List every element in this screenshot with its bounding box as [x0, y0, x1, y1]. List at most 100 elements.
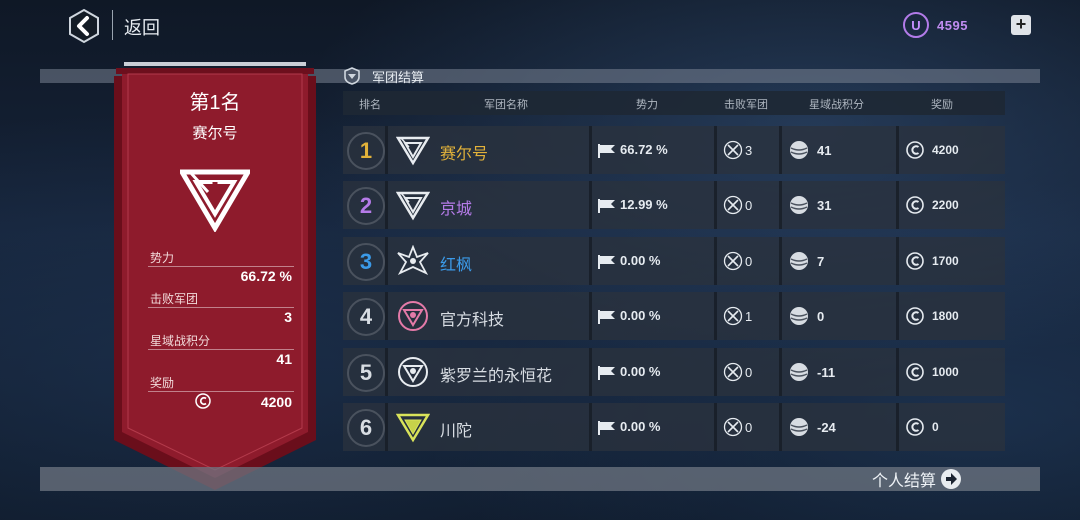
personal-settlement-button[interactable]: 个人结算 [872, 467, 962, 491]
team-emblem-icon [398, 357, 428, 387]
coin-icon [906, 418, 924, 436]
coin-icon [195, 393, 211, 409]
personal-settlement-label[interactable]: 个人结算 [872, 467, 936, 491]
coin-icon [906, 141, 924, 159]
power-value: 12.99 % [620, 197, 668, 212]
cell-separator [896, 403, 899, 451]
power-value: 66.72 % [620, 142, 668, 157]
cell-separator [589, 348, 592, 396]
team-name: 京城 [440, 201, 473, 218]
cell-separator [385, 403, 388, 451]
chevron-left-icon[interactable] [66, 8, 102, 44]
cell-separator [779, 181, 782, 229]
currency-display: U 4595 [903, 12, 968, 38]
stat-label-defeated: 击败军团 [150, 292, 199, 306]
cell-separator [779, 126, 782, 174]
flag-icon [598, 144, 615, 158]
planet-icon [790, 307, 808, 325]
cell-separator [779, 403, 782, 451]
flag-icon [598, 421, 615, 435]
rank-number: 1 [347, 132, 385, 170]
banner-team-name: 赛尔号 [192, 125, 238, 142]
arrow-right-icon[interactable] [941, 469, 962, 489]
crossed-swords-icon [723, 195, 743, 215]
u-currency-icon: U [903, 12, 929, 38]
power-value: 0.00 % [620, 253, 661, 268]
rank-number: 3 [347, 243, 385, 281]
defeated-value: 0 [745, 254, 753, 269]
score-value: 7 [817, 254, 825, 269]
stat-value-defeated: 3 [284, 309, 292, 325]
coin-icon [906, 196, 924, 214]
defeated-value: 0 [745, 420, 753, 435]
team-emblem-icon [180, 169, 250, 232]
reward-value: 2200 [932, 198, 959, 212]
crossed-swords-icon [723, 417, 743, 437]
team-name: 紫罗兰的永恒花 [440, 368, 553, 385]
header-team-name: 军团名称 [484, 99, 528, 111]
table-row[interactable]: 1 赛尔号 66.72 % 3 41 4200 [343, 126, 1005, 174]
currency-value: 4595 [937, 17, 968, 33]
back-label[interactable]: 返回 [124, 14, 160, 40]
cell-separator [779, 237, 782, 285]
stat-divider [148, 266, 294, 267]
stat-label-score: 星域战积分 [150, 334, 211, 348]
cell-separator [714, 126, 717, 174]
team-name: 川陀 [440, 423, 473, 440]
flag-icon [598, 366, 615, 380]
flag-icon [598, 255, 615, 269]
add-currency-button[interactable]: + [1011, 15, 1031, 35]
cell-separator [896, 126, 899, 174]
cell-separator [714, 292, 717, 340]
cell-separator [779, 348, 782, 396]
team-name: 官方科技 [440, 312, 505, 329]
team-name: 红枫 [440, 257, 473, 274]
section-title: 军团结算 [344, 66, 424, 86]
stat-label-power: 势力 [150, 251, 175, 265]
flag-icon [598, 310, 615, 324]
defeated-value: 3 [745, 143, 753, 158]
stat-value-score: 41 [276, 351, 292, 367]
top-divider [112, 10, 113, 40]
cell-separator [385, 348, 388, 396]
cell-separator [385, 292, 388, 340]
table-row[interactable]: 5 紫罗兰的永恒花 0.00 % 0 -11 1000 [343, 348, 1005, 396]
score-value: -24 [817, 420, 836, 435]
header-rank: 排名 [359, 99, 381, 111]
header-defeated: 击败军团 [724, 99, 768, 111]
table-row[interactable]: 6 川陀 0.00 % 0 -24 0 [343, 403, 1005, 451]
defeated-value: 1 [745, 309, 753, 324]
reward-value: 1700 [932, 254, 959, 268]
coin-icon [906, 252, 924, 270]
shield-icon [344, 67, 360, 85]
defeated-value: 0 [745, 365, 753, 380]
stat-value-reward: 4200 [260, 394, 292, 410]
flag-icon [598, 199, 615, 213]
reward-value: 1800 [932, 309, 959, 323]
reward-value: 4200 [932, 143, 959, 157]
table-row[interactable]: 2 京城 12.99 % 0 31 2200 [343, 181, 1005, 229]
score-value: 31 [817, 198, 832, 213]
planet-icon [790, 196, 808, 214]
stat-divider [148, 349, 294, 350]
planet-icon [790, 363, 808, 381]
table-row[interactable]: 3 红枫 0.00 % 0 7 1700 [343, 237, 1005, 285]
cell-separator [385, 126, 388, 174]
reward-value: 0 [932, 420, 939, 434]
cell-separator [589, 126, 592, 174]
table-header: 排名 军团名称 势力 击败军团 星域战积分 奖励 [343, 91, 1005, 115]
score-value: 0 [817, 309, 825, 324]
coin-icon [906, 363, 924, 381]
back-button[interactable] [66, 8, 102, 44]
table-row[interactable]: 4 官方科技 0.00 % 1 0 1800 [343, 292, 1005, 340]
stat-divider [148, 391, 294, 392]
power-value: 0.00 % [620, 364, 661, 379]
planet-icon [790, 141, 808, 159]
planet-icon [790, 418, 808, 436]
cell-separator [896, 348, 899, 396]
team-emblem-icon [397, 245, 429, 275]
team-emblem-icon [396, 136, 430, 166]
cell-separator [589, 292, 592, 340]
cell-separator [896, 292, 899, 340]
stat-label-reward: 奖励 [150, 376, 175, 390]
